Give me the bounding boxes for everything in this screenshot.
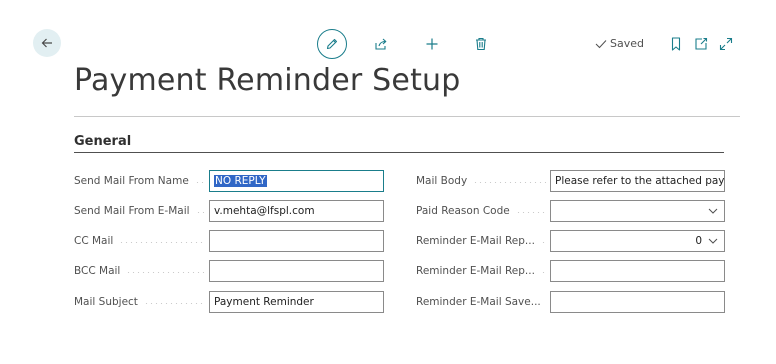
delete-button[interactable] <box>473 36 489 52</box>
chevron-down-icon <box>708 238 718 244</box>
section-divider <box>74 152 724 153</box>
field-label: Send Mail From E-Mail <box>74 200 204 222</box>
save-status: Saved <box>595 37 644 50</box>
field-label: Mail Body <box>416 170 546 192</box>
field-label: Paid Reason Code <box>416 200 546 222</box>
plus-icon <box>426 38 438 50</box>
field-label: Mail Subject <box>74 291 204 313</box>
field-label: Reminder E-Mail Save... <box>416 296 541 308</box>
checkmark-icon <box>595 39 607 48</box>
share-button[interactable] <box>373 36 389 52</box>
expand-button[interactable] <box>719 37 733 51</box>
send-mail-from-email-field[interactable]: v.mehta@lfspl.com <box>209 200 384 222</box>
field-label: BCC Mail <box>74 260 204 282</box>
bookmark-button[interactable] <box>669 37 683 51</box>
new-button[interactable] <box>424 36 440 52</box>
field-label: Send Mail From Name <box>74 170 204 192</box>
saved-label: Saved <box>610 37 644 50</box>
mail-body-field[interactable]: Please refer to the attached paym <box>550 170 725 192</box>
mail-subject-field[interactable]: Payment Reminder <box>209 291 384 313</box>
bcc-mail-field[interactable] <box>209 260 384 282</box>
reminder-email-rep-field[interactable] <box>550 260 725 282</box>
page-title: Payment Reminder Setup <box>74 63 461 98</box>
reminder-email-rep-select[interactable]: 0 <box>550 230 725 252</box>
paid-reason-code-select[interactable] <box>550 200 725 222</box>
title-divider <box>74 116 740 117</box>
arrow-left-icon <box>41 38 52 48</box>
chevron-down-icon <box>708 208 718 214</box>
field-label: Reminder E-Mail Rep... <box>416 260 546 282</box>
trash-icon <box>476 37 486 51</box>
edit-button[interactable] <box>317 29 347 59</box>
send-mail-from-name-field[interactable]: NO REPLY <box>209 170 384 192</box>
field-label: Reminder E-Mail Rep... <box>416 230 546 252</box>
open-new-window-button[interactable] <box>694 37 708 51</box>
share-icon <box>375 38 387 50</box>
expand-icon <box>719 37 733 51</box>
pencil-icon <box>326 38 338 50</box>
cc-mail-field[interactable] <box>209 230 384 252</box>
field-label: CC Mail <box>74 230 204 252</box>
reminder-email-save-field[interactable] <box>550 291 725 313</box>
open-in-new-window-icon <box>695 37 708 50</box>
bookmark-icon <box>671 37 681 51</box>
section-header-general[interactable]: General <box>74 134 131 149</box>
back-button[interactable] <box>33 29 61 57</box>
